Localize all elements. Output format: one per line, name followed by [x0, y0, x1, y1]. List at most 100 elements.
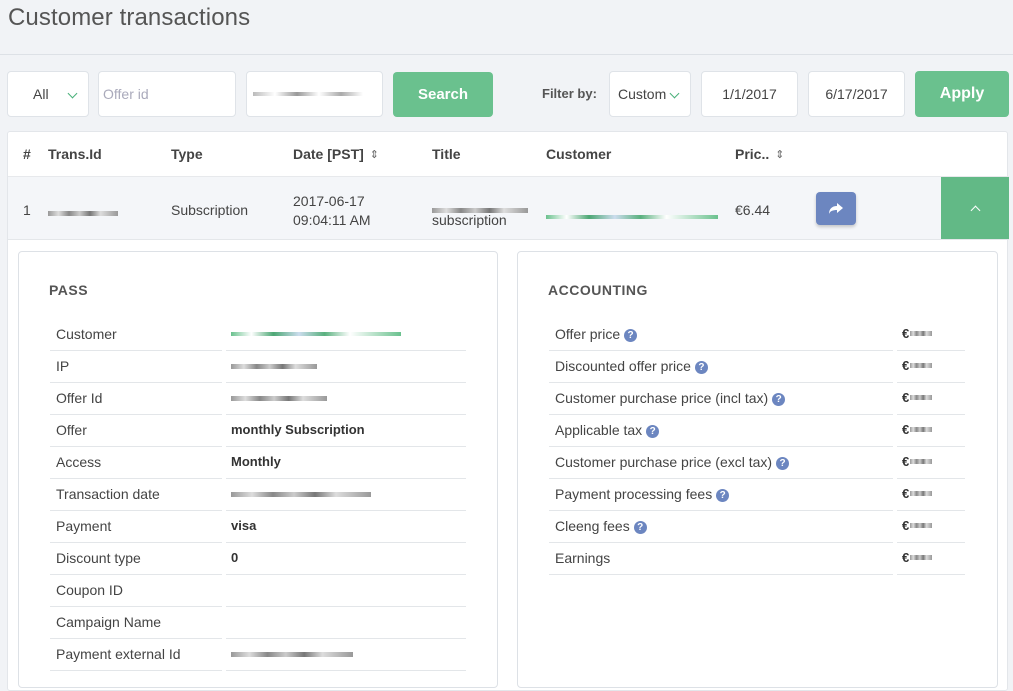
- pass-row-label: IP: [56, 358, 70, 374]
- pass-row: Offer monthly Subscription: [50, 415, 466, 447]
- redacted-search-value: [253, 92, 363, 96]
- page-title: Customer transactions: [8, 4, 251, 31]
- help-circle-icon[interactable]: ?: [716, 489, 730, 502]
- row-date-day: 2017-06-17: [293, 193, 365, 209]
- redacted-amount: [910, 331, 933, 336]
- offer-id-input[interactable]: [98, 71, 236, 117]
- accounting-row-value: €: [902, 486, 933, 501]
- accounting-row: Discounted offer price? €: [549, 351, 965, 383]
- currency-symbol: €: [902, 550, 910, 565]
- row-index: 1: [23, 202, 31, 218]
- col-header-date[interactable]: Date [PST] ⇕: [293, 146, 379, 162]
- period-select[interactable]: Custom: [609, 71, 691, 117]
- share-arrow-icon: [829, 202, 843, 214]
- col-header-type[interactable]: Type: [171, 146, 203, 162]
- redacted-value: [231, 652, 353, 657]
- transactions-table: # Trans.Id Type Date [PST] ⇕ Title Custom…: [7, 131, 1009, 691]
- apply-button[interactable]: Apply: [915, 71, 1009, 117]
- currency-symbol: €: [902, 390, 910, 405]
- accounting-row-label: Cleeng fees?: [555, 518, 647, 534]
- currency-symbol: €: [902, 326, 910, 341]
- redacted-trans-id: [48, 211, 118, 216]
- search-button[interactable]: Search: [393, 72, 493, 117]
- help-circle-icon[interactable]: ?: [694, 361, 708, 374]
- redacted-amount: [910, 427, 933, 432]
- sort-icon: ⇕: [775, 149, 785, 161]
- accounting-row-label: Customer purchase price (excl tax)?: [555, 454, 790, 470]
- redacted-amount: [910, 363, 933, 368]
- row-trans-id: [48, 203, 118, 219]
- currency-symbol: €: [902, 358, 910, 373]
- accounting-row-label: Offer price?: [555, 326, 638, 342]
- currency-symbol: €: [902, 518, 910, 533]
- redacted-value: [231, 492, 371, 497]
- date-to-input[interactable]: 6/17/2017: [808, 71, 905, 117]
- currency-symbol: €: [902, 486, 910, 501]
- col-header-trans-id[interactable]: Trans.Id: [48, 146, 102, 162]
- currency-symbol: €: [902, 454, 910, 469]
- accounting-row-label-text: Discounted offer price: [555, 358, 691, 374]
- accounting-row-value: €: [902, 454, 933, 469]
- title-divider: [0, 54, 1013, 55]
- accounting-row-label: Customer purchase price (incl tax)?: [555, 390, 786, 406]
- customer-search-input[interactable]: [246, 71, 383, 117]
- accounting-row-label-text: Offer price: [555, 326, 621, 342]
- accounting-row-label: Applicable tax?: [555, 422, 660, 438]
- col-header-price-label: Pric..: [735, 146, 770, 162]
- accounting-row-label-text: Cleeng fees: [555, 518, 630, 534]
- pass-row: Offer Id: [50, 383, 466, 415]
- share-button[interactable]: [816, 192, 856, 225]
- table-row[interactable]: 1 Subscription 2017-06-17 09:04:11 AM su…: [8, 177, 1009, 239]
- chevron-up-icon: [970, 205, 980, 215]
- pass-row-label: Discount type: [56, 550, 141, 566]
- pass-row: Access Monthly: [50, 447, 466, 479]
- help-circle-icon[interactable]: ?: [772, 393, 786, 406]
- offer-id-field[interactable]: [103, 86, 235, 102]
- pass-row-value: Monthly: [231, 454, 281, 469]
- accounting-row-value: €: [902, 422, 933, 437]
- pass-row: Transaction date: [50, 479, 466, 511]
- pass-panel-title: PASS: [49, 282, 89, 298]
- type-select-value: All: [33, 86, 49, 102]
- redacted-amount: [910, 555, 933, 560]
- chevron-down-icon: [669, 88, 680, 99]
- accounting-row-label-text: Applicable tax: [555, 422, 643, 438]
- row-customer[interactable]: [546, 206, 718, 222]
- col-header-price[interactable]: Pric.. ⇕: [735, 146, 784, 162]
- redacted-amount: [910, 491, 933, 496]
- chevron-down-icon: [67, 88, 78, 99]
- collapse-row-button[interactable]: [941, 177, 1009, 239]
- col-header-customer[interactable]: Customer: [546, 146, 611, 162]
- pass-row-value: visa: [231, 518, 257, 533]
- accounting-row: Cleeng fees? €: [549, 511, 965, 543]
- pass-row-label: Customer: [56, 326, 117, 342]
- pass-row: Customer: [50, 319, 466, 351]
- row-date: 2017-06-17 09:04:11 AM: [293, 192, 371, 230]
- pass-row-label: Offer: [56, 422, 87, 438]
- type-select[interactable]: All: [7, 71, 89, 117]
- accounting-row-label: Earnings: [555, 550, 610, 566]
- accounting-panel: ACCOUNTING Offer price? € Discounted offer…: [517, 251, 998, 688]
- col-header-title[interactable]: Title: [432, 146, 461, 162]
- date-from-input[interactable]: 1/1/2017: [701, 71, 798, 117]
- filter-by-label: Filter by:: [542, 86, 597, 101]
- accounting-row-value: €: [902, 358, 933, 373]
- redacted-title-line: [432, 192, 528, 213]
- accounting-row: Customer purchase price (excl tax)? €: [549, 447, 965, 479]
- pass-row-label: Payment external Id: [56, 646, 181, 662]
- accounting-row-label: Discounted offer price?: [555, 358, 708, 374]
- help-circle-icon[interactable]: ?: [633, 521, 647, 534]
- redacted-value: [231, 364, 317, 369]
- pass-row-label: Coupon ID: [56, 582, 123, 598]
- period-select-value: Custom: [618, 86, 667, 102]
- help-circle-icon[interactable]: ?: [776, 457, 790, 470]
- row-divider: [549, 574, 893, 575]
- accounting-row: Applicable tax? €: [549, 415, 965, 447]
- help-circle-icon[interactable]: ?: [646, 425, 660, 438]
- pass-row: Coupon ID: [50, 575, 466, 607]
- row-divider: [226, 670, 466, 671]
- row-title: subscription: [432, 192, 528, 230]
- pass-row: Payment external Id: [50, 639, 466, 671]
- pass-panel: PASS Customer IP Offer Id Offer monthly Subs…: [18, 251, 498, 688]
- help-circle-icon[interactable]: ?: [624, 329, 638, 342]
